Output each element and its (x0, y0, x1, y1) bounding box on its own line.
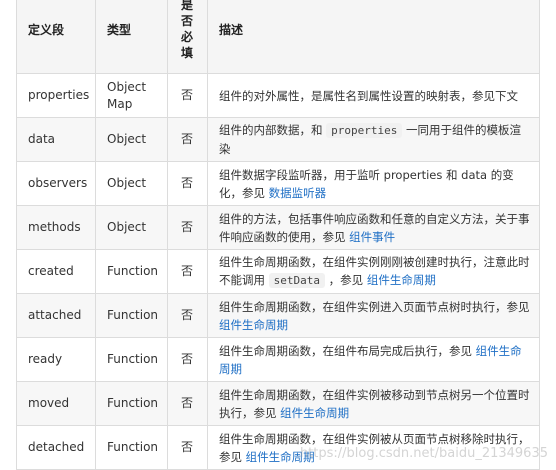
field-name-cell: properties (16, 73, 96, 118)
doc-link[interactable]: 组件生命周期 (219, 318, 288, 332)
table-row: data Object 否组件的内部数据，和 properties 一同用于组件的模… (16, 117, 540, 162)
field-type-cell: Object (95, 205, 168, 250)
field-name-cell: methods (16, 205, 96, 250)
inline-code: setData (268, 273, 326, 288)
field-required-cell: 否 (167, 73, 208, 118)
field-required-cell: 否 (167, 205, 208, 250)
field-type-cell: Object Map (95, 73, 168, 118)
field-desc-cell: 组件生命周期函数，在组件实例被从页面节点树移除时执行，参见 组件生命周期 (207, 425, 540, 470)
field-required-cell: 否 (167, 293, 208, 338)
header-required-char: 填 (181, 46, 194, 60)
field-type-cell: Object (95, 117, 168, 162)
field-desc-cell: 组件数据字段监听器，用于监听 properties 和 data 的变化，参见 … (207, 161, 540, 206)
field-type-cell: Function (95, 381, 168, 426)
field-required-cell: 否 (167, 117, 208, 162)
doc-link[interactable]: 数据监听器 (269, 186, 327, 200)
desc-text: ，参见 (328, 273, 364, 287)
field-name-cell: created (16, 249, 96, 294)
field-desc-cell: 组件生命周期函数，在组件实例刚刚被创建时执行，注意此时不能调用 setData … (207, 249, 540, 294)
field-desc-cell: 组件生命周期函数，在组件布局完成后执行，参见 组件生命周期 (207, 337, 540, 382)
header-type: 类型 (95, 0, 168, 74)
field-name-cell: attached (16, 293, 96, 338)
table-row: methods Object 否组件的方法，包括事件响应函数和任意的自定义方法，关于… (16, 205, 540, 250)
header-required-char: 否 (181, 14, 194, 28)
field-type-cell: Function (95, 425, 168, 470)
doc-link[interactable]: 组件生命周期 (280, 406, 349, 420)
desc-text: 组件生命周期函数，在组件布局完成后执行，参见 (219, 343, 472, 358)
table-body: properties Object Map 否组件的对外属性，是属性名到属性设置的映… (16, 73, 540, 470)
doc-link[interactable]: 组件生命周期 (246, 450, 315, 464)
field-name-cell: detached (16, 425, 96, 470)
field-required-cell: 否 (167, 381, 208, 426)
table-row: observers Object 否组件数据字段监听器，用于监听 propertie… (16, 161, 540, 206)
desc-text: 组件生命周期函数，在组件实例进入页面节点树时执行，参见 (219, 299, 530, 314)
field-name-cell: moved (16, 381, 96, 426)
field-name-cell: data (16, 117, 96, 162)
header-required-char: 必 (181, 30, 194, 44)
desc-text: 组件生命周期函数，在组件实例被移动到节点树另一个位置时执行，参见 (219, 387, 530, 420)
table-row: detached Function 否组件生命周期函数，在组件实例被从页面节点树移除… (16, 425, 540, 470)
table-header-row: 定义段 类型 是否必填 描述 (16, 0, 540, 74)
desc-text: 组件数据字段监听器，用于监听 properties 和 data 的变化，参见 (219, 167, 514, 200)
field-desc-cell: 组件生命周期函数，在组件实例被移动到节点树另一个位置时执行，参见 组件生命周期 (207, 381, 540, 426)
definition-table: 定义段 类型 是否必填 描述 properties Object Map 否组件的对… (16, 0, 540, 470)
header-desc: 描述 (207, 0, 540, 74)
field-required-cell: 否 (167, 337, 208, 382)
table-row: attached Function 否组件生命周期函数，在组件实例进入页面节点树时执… (16, 293, 540, 338)
header-required: 是否必填 (167, 0, 208, 74)
field-type-cell: Function (95, 249, 168, 294)
field-desc-cell: 组件的内部数据，和 properties 一同用于组件的模板渲染 (207, 117, 540, 162)
desc-text: 组件的对外属性，是属性名到属性设置的映射表，参见下文 (219, 88, 518, 103)
header-name: 定义段 (16, 0, 96, 74)
doc-link[interactable]: 组件生命周期 (367, 273, 436, 287)
table-row: moved Function 否组件生命周期函数，在组件实例被移动到节点树另一个位置… (16, 381, 540, 426)
field-type-cell: Function (95, 337, 168, 382)
desc-text: 组件的内部数据，和 (219, 123, 323, 137)
header-required-char: 是 (181, 0, 194, 12)
field-required-cell: 否 (167, 425, 208, 470)
field-type-cell: Object (95, 161, 168, 206)
inline-code: properties (326, 123, 403, 138)
doc-link[interactable]: 组件事件 (349, 230, 395, 244)
field-name-cell: observers (16, 161, 96, 206)
header-required-text: 是否必填 (181, 0, 193, 60)
table-row: created Function 否组件生命周期函数，在组件实例刚刚被创建时执行，注… (16, 249, 540, 294)
field-desc-cell: 组件生命周期函数，在组件实例进入页面节点树时执行，参见 组件生命周期 (207, 293, 540, 338)
field-desc-cell: 组件的对外属性，是属性名到属性设置的映射表，参见下文 (207, 73, 540, 118)
table-row: properties Object Map 否组件的对外属性，是属性名到属性设置的映… (16, 73, 540, 118)
field-required-cell: 否 (167, 161, 208, 206)
field-type-cell: Function (95, 293, 168, 338)
field-name-cell: ready (16, 337, 96, 382)
field-required-cell: 否 (167, 249, 208, 294)
table-row: ready Function 否组件生命周期函数，在组件布局完成后执行，参见 组件生… (16, 337, 540, 382)
field-desc-cell: 组件的方法，包括事件响应函数和任意的自定义方法，关于事件响应函数的使用，参见 组… (207, 205, 540, 250)
